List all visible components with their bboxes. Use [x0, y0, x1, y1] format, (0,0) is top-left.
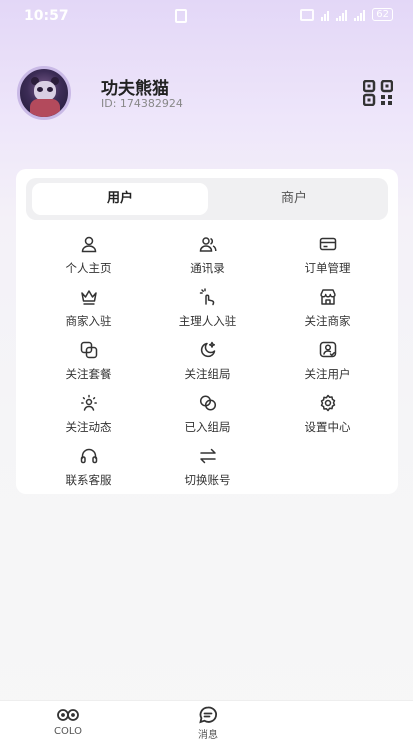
user-id: ID: 174382924	[101, 97, 183, 110]
menu-item-switch-account[interactable]: 切换账号	[144, 447, 271, 497]
menu-item-label: 联系客服	[65, 473, 112, 487]
menu-item-label: 个人主页	[65, 261, 112, 275]
menu-item-label: 关注组局	[184, 367, 231, 381]
avatar-eye	[37, 87, 43, 92]
crown-icon	[80, 290, 97, 305]
avatar-body	[30, 99, 60, 117]
status-time: 10:57	[24, 8, 69, 24]
qr-code-icon[interactable]	[363, 80, 393, 106]
status-icons: 62	[300, 8, 393, 21]
switch-arrows-icon	[199, 448, 216, 464]
menu-item-follow-users[interactable]: 关注用户	[264, 341, 391, 391]
contacts-icon	[199, 237, 217, 252]
tab-user[interactable]: 用户	[32, 183, 208, 215]
status-bar: 10:57 62	[0, 0, 413, 34]
menu-item-label: 订单管理	[304, 261, 351, 275]
battery-indicator: 62	[372, 8, 393, 21]
rings-icon	[199, 395, 216, 411]
menu-item-personal-page[interactable]: 个人主页	[25, 235, 152, 285]
menu-item-label: 已入组局	[184, 420, 231, 434]
menu-item-label: 关注套餐	[65, 367, 112, 381]
user-check-icon	[319, 341, 336, 358]
alarm-icon	[300, 8, 315, 21]
menu-item-label: 关注商家	[304, 314, 351, 328]
menu-item-label: 切换账号	[184, 473, 231, 487]
nav-colo[interactable]: COLO	[38, 706, 98, 737]
signal-icon	[336, 9, 348, 21]
menu-item-label: 关注动态	[65, 420, 112, 434]
nav-label: COLO	[54, 726, 82, 737]
tab-switcher: 用户 商户	[26, 178, 388, 220]
avatar[interactable]	[17, 66, 71, 120]
package-icon	[80, 341, 97, 359]
gear-icon	[320, 394, 335, 412]
bottom-nav: COLO 消息	[0, 700, 413, 742]
menu-card: 用户 商户 个人主页 通讯录 订单管理 商家入驻 主理人入驻 关注商家 关注套餐…	[16, 169, 398, 494]
menu-item-merchant-join[interactable]: 商家入驻	[25, 288, 152, 338]
menu-item-host-join[interactable]: 主理人入驻	[144, 288, 271, 338]
hand-sparkle-icon	[199, 288, 214, 306]
menu-item-follow-groups[interactable]: 关注组局	[144, 341, 271, 391]
colo-icon	[57, 709, 79, 721]
menu-item-follow-merchants[interactable]: 关注商家	[264, 288, 391, 338]
nav-messages[interactable]: 消息	[178, 706, 238, 741]
menu-item-label: 商家入驻	[65, 314, 112, 328]
menu-item-orders[interactable]: 订单管理	[264, 235, 391, 285]
menu-item-follow-packages[interactable]: 关注套餐	[25, 341, 152, 391]
menu-item-label: 通讯录	[190, 261, 225, 275]
user-icon	[81, 236, 96, 253]
wifi-icon	[321, 9, 330, 21]
notification-icon	[175, 9, 187, 23]
avatar-eye	[47, 87, 53, 92]
menu-item-contacts[interactable]: 通讯录	[144, 235, 271, 285]
feed-icon	[80, 394, 97, 411]
message-icon	[199, 706, 217, 724]
headset-icon	[80, 448, 97, 464]
card-icon	[319, 237, 336, 251]
menu-item-follow-feed[interactable]: 关注动态	[25, 394, 152, 444]
menu-item-label: 设置中心	[304, 420, 351, 434]
tab-merchant[interactable]: 商户	[206, 183, 382, 215]
menu-item-customer-service[interactable]: 联系客服	[25, 447, 152, 497]
moon-star-icon	[200, 341, 215, 358]
menu-item-label: 关注用户	[304, 367, 351, 381]
shop-icon	[319, 289, 336, 305]
menu-item-settings[interactable]: 设置中心	[264, 394, 391, 444]
signal-icon-2	[354, 9, 366, 21]
menu-item-label: 主理人入驻	[178, 314, 237, 328]
username: 功夫熊猫	[101, 79, 169, 99]
menu-item-joined-groups[interactable]: 已入组局	[144, 394, 271, 444]
nav-label: 消息	[198, 730, 218, 741]
